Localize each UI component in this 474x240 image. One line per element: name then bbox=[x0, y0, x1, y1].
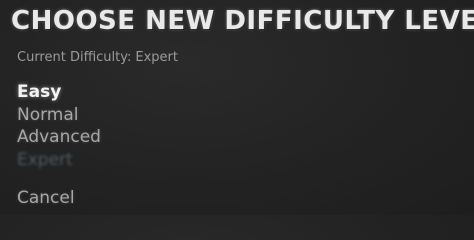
dialog-title: CHOOSE NEW DIFFICULTY LEVEL bbox=[11, 6, 474, 36]
option-expert: Expert bbox=[17, 149, 73, 170]
option-advanced[interactable]: Advanced bbox=[17, 126, 101, 149]
current-difficulty: Current Difficulty: Expert bbox=[17, 50, 178, 66]
option-easy[interactable]: Easy bbox=[17, 81, 101, 104]
option-normal[interactable]: Normal bbox=[17, 104, 101, 127]
cancel-button[interactable]: Cancel bbox=[17, 187, 75, 209]
current-difficulty-label: Current Difficulty: bbox=[17, 50, 132, 65]
difficulty-menu: Easy Normal Advanced Expert bbox=[17, 81, 101, 171]
current-difficulty-value: Expert bbox=[135, 50, 178, 65]
difficulty-dialog: CHOOSE NEW DIFFICULTY LEVEL Current Diff… bbox=[0, 0, 474, 215]
